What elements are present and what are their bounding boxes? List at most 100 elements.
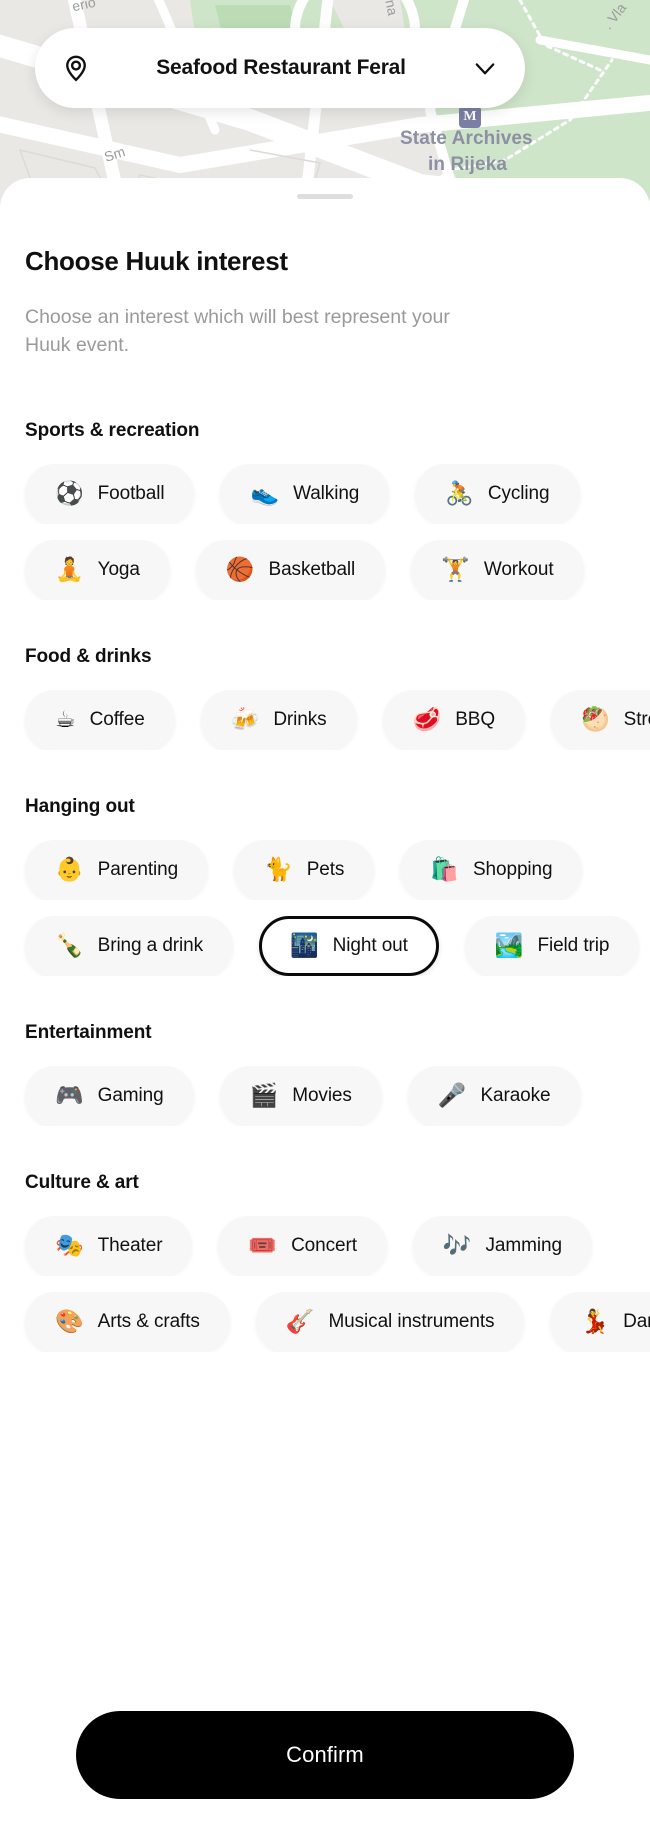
map-label-state-archives: State Archives (400, 128, 533, 149)
chip-label: Concert (291, 1235, 357, 1257)
kebab-icon: 🥙 (581, 706, 610, 733)
interest-chip-bbq[interactable]: 🥩 BBQ (382, 690, 526, 751)
interest-section: Sports & recreation ⚽ Football 👟 Walking 🚴 Cyc… (0, 420, 650, 601)
interest-sheet: Choose Huuk interest Choose an interest … (0, 178, 650, 1841)
theater-masks-icon: 🎭 (55, 1232, 84, 1259)
interest-chip-field-trip[interactable]: 🏞️ Field trip (464, 916, 640, 977)
chip-label: Dancing (623, 1311, 650, 1333)
basketball-icon: 🏀 (225, 556, 255, 583)
chip-label: Workout (483, 559, 554, 581)
meat-icon: 🥩 (412, 706, 442, 733)
chip-row[interactable]: ⚽ Football 👟 Walking 🚴 Cycling (0, 464, 650, 525)
chip-label: Yoga (97, 559, 140, 581)
interest-chip-movies[interactable]: 🎬 Movies (219, 1066, 382, 1127)
chip-label: Theater (97, 1235, 163, 1257)
interest-chip-dancing[interactable]: 💃 Dancing (550, 1292, 650, 1353)
app-root: erio ina . Vla Sm M State Archives in Ri… (0, 0, 650, 1841)
baby-icon: 👶 (55, 856, 84, 883)
yoga-icon: 🧘 (55, 556, 84, 583)
interest-chip-cycling[interactable]: 🚴 Cycling (415, 464, 580, 525)
interest-section: Food & drinks ☕ Coffee 🍻 Drinks 🥩 BBQ 🥙 Street f… (0, 646, 650, 751)
chip-row[interactable]: 🍾 Bring a drink 🌃 Night out 🏞️ Field trip (0, 916, 650, 977)
interest-chip-jamming[interactable]: 🎶 Jamming (412, 1216, 592, 1277)
music-notes-icon: 🎶 (442, 1232, 472, 1259)
interest-chip-street-food[interactable]: 🥙 Street food (551, 690, 650, 751)
interest-chip-walking[interactable]: 👟 Walking (220, 464, 390, 525)
interest-chip-theater[interactable]: 🎭 Theater (25, 1216, 193, 1277)
chip-label: Cycling (487, 483, 550, 505)
palette-icon: 🎨 (55, 1308, 84, 1335)
champagne-icon: 🍾 (55, 932, 84, 959)
interest-chip-football[interactable]: ⚽ Football (25, 464, 195, 525)
interest-chip-drinks[interactable]: 🍻 Drinks (200, 690, 357, 751)
chip-rows: ⚽ Football 👟 Walking 🚴 Cycling 🧘 Yoga 🏀 Basketbal… (0, 464, 650, 601)
chip-label: Pets (306, 859, 345, 881)
chip-row[interactable]: 🎮 Gaming 🎬 Movies 🎤 Karaoke (0, 1066, 650, 1127)
interest-chip-gaming[interactable]: 🎮 Gaming (25, 1066, 194, 1127)
interest-chip-concert[interactable]: 🎟️ Concert (218, 1216, 387, 1277)
clapper-board-icon: 🎬 (249, 1082, 279, 1109)
interest-chip-arts-crafts[interactable]: 🎨 Arts & crafts (25, 1292, 230, 1353)
interest-chip-workout[interactable]: 🏋️ Workout (411, 540, 584, 601)
location-pin-icon (61, 53, 91, 83)
chip-label: Bring a drink (97, 935, 204, 957)
dancer-icon: 💃 (580, 1308, 610, 1335)
weightlifter-icon: 🏋️ (441, 556, 470, 583)
chip-label: Jamming (485, 1235, 562, 1257)
guitar-icon: 🎸 (285, 1308, 315, 1335)
chip-row[interactable]: 🎨 Arts & crafts 🎸 Musical instruments 💃 Danci… (0, 1292, 650, 1353)
chip-label: Musical instruments (328, 1311, 495, 1333)
chip-row[interactable]: 🎭 Theater 🎟️ Concert 🎶 Jamming (0, 1216, 650, 1277)
museum-marker-icon[interactable]: M (459, 106, 481, 128)
chip-label: Movies (292, 1085, 352, 1107)
microphone-icon: 🎤 (437, 1082, 467, 1109)
interest-chip-karaoke[interactable]: 🎤 Karaoke (407, 1066, 581, 1127)
interest-chip-pets[interactable]: 🐈 Pets (234, 840, 375, 901)
chip-row[interactable]: ☕ Coffee 🍻 Drinks 🥩 BBQ 🥙 Street food (0, 690, 650, 751)
chip-label: Street food (623, 709, 650, 731)
confirm-button[interactable]: Confirm (76, 1711, 574, 1799)
interest-chip-coffee[interactable]: ☕ Coffee (25, 690, 175, 751)
shopping-bags-icon: 🛍️ (430, 856, 459, 883)
beer-mugs-icon: 🍻 (230, 706, 260, 733)
chip-label: Karaoke (480, 1085, 551, 1107)
section-title: Food & drinks (25, 646, 152, 668)
interest-chip-night-out[interactable]: 🌃 Night out (259, 916, 439, 977)
interest-chip-parenting[interactable]: 👶 Parenting (25, 840, 209, 901)
interest-chip-bring-a-drink[interactable]: 🍾 Bring a drink (25, 916, 234, 977)
chip-label: Walking (293, 483, 360, 505)
chip-label: Basketball (268, 559, 356, 581)
chevron-down-icon[interactable] (471, 54, 499, 82)
interest-section: Hanging out 👶 Parenting 🐈 Pets 🛍️ Shopping 🍾 Bri… (0, 796, 650, 977)
interest-chip-yoga[interactable]: 🧘 Yoga (25, 540, 170, 601)
map-label-in-rijeka: in Rijeka (428, 154, 508, 175)
interest-section: Entertainment 🎮 Gaming 🎬 Movies 🎤 Karaoke (0, 1022, 650, 1127)
chip-label: Gaming (97, 1085, 164, 1107)
section-title: Entertainment (25, 1022, 152, 1044)
chip-row[interactable]: 🧘 Yoga 🏀 Basketball 🏋️ Workout (0, 540, 650, 601)
chip-label: Coffee (89, 709, 145, 731)
chip-rows: 🎭 Theater 🎟️ Concert 🎶 Jamming 🎨 Arts & crafts 🎸… (0, 1216, 650, 1353)
chip-label: Arts & crafts (97, 1311, 200, 1333)
location-selector[interactable]: Seafood Restaurant Feral (35, 28, 525, 108)
section-title: Sports & recreation (25, 420, 200, 442)
sheet-grabber[interactable] (297, 194, 353, 199)
interest-chip-basketball[interactable]: 🏀 Basketball (195, 540, 386, 601)
chip-label: BBQ (455, 709, 496, 731)
national-park-icon: 🏞️ (494, 932, 524, 959)
interest-section: Culture & art 🎭 Theater 🎟️ Concert 🎶 Jamming 🎨 A… (0, 1172, 650, 1353)
coffee-icon: ☕ (55, 706, 76, 733)
sheet-content: Choose Huuk interest Choose an interest … (0, 246, 650, 1353)
section-title: Hanging out (25, 796, 135, 818)
location-name: Seafood Restaurant Feral (156, 56, 406, 79)
ticket-icon: 🎟️ (248, 1232, 278, 1259)
interest-chip-musical-instruments[interactable]: 🎸 Musical instruments (255, 1292, 525, 1353)
chip-label: Field trip (537, 935, 610, 957)
chip-row[interactable]: 👶 Parenting 🐈 Pets 🛍️ Shopping (0, 840, 650, 901)
page-title: Choose Huuk interest (25, 246, 288, 276)
cat-icon: 🐈 (264, 856, 293, 883)
chip-label: Night out (332, 935, 408, 957)
interest-chip-shopping[interactable]: 🛍️ Shopping (400, 840, 583, 901)
night-cityscape-icon: 🌃 (290, 932, 319, 959)
page-subtitle: Choose an interest which will best repre… (25, 306, 450, 356)
